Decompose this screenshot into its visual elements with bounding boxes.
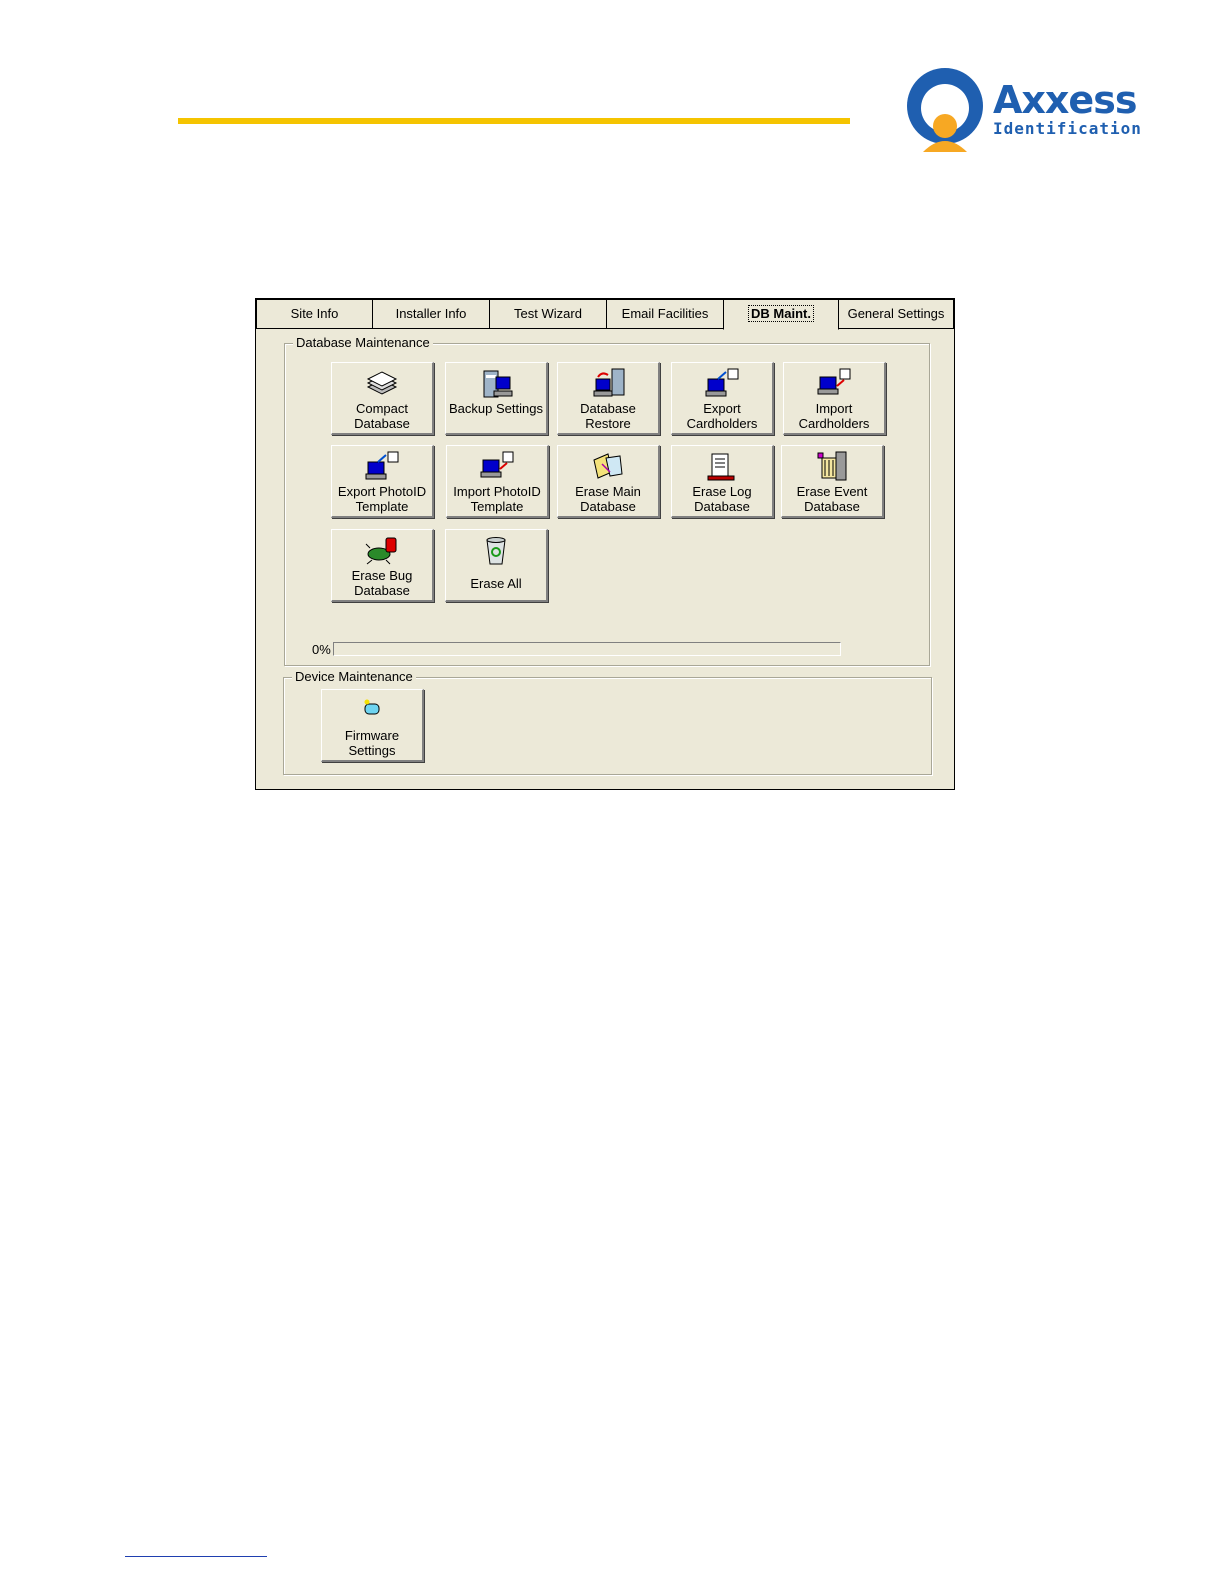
database-maintenance-group: Database Maintenance Compact Database Ba… [284, 335, 930, 666]
button-label: Erase Bug Database [351, 568, 413, 598]
stack-icon [366, 371, 398, 395]
tab-email-facilities[interactable]: Email Facilities [606, 299, 724, 329]
erase-bug-database-button[interactable]: Erase Bug Database [331, 529, 434, 602]
import-icon [480, 451, 514, 478]
server-icon [483, 370, 513, 398]
tab-label: Installer Info [395, 306, 467, 321]
tab-label: DB Maint. [748, 305, 814, 322]
device-maintenance-group: Device Maintenance Firmware Settings [283, 669, 932, 775]
database-restore-button[interactable]: Database Restore [557, 362, 660, 435]
logo-subtitle: Identification [993, 119, 1142, 138]
tab-label: Email Facilities [621, 306, 709, 321]
tab-db-maint[interactable]: DB Maint. [723, 299, 839, 330]
button-label: Compact Database [354, 401, 410, 431]
button-label: Backup Settings [449, 401, 543, 416]
progress-percent: 0% [312, 642, 331, 657]
compact-database-button[interactable]: Compact Database [331, 362, 434, 435]
tab-label: General Settings [847, 306, 945, 321]
button-label: Import Cardholders [798, 401, 870, 431]
folder-icon [593, 453, 623, 479]
import-icon [817, 368, 851, 395]
button-label: Firmware Settings [344, 728, 400, 758]
tab-label: Site Info [290, 306, 339, 321]
logo-wordmark: Axxess [993, 78, 1137, 122]
cabinet-icon [817, 451, 847, 481]
erase-all-button[interactable]: Erase All [445, 529, 548, 602]
firmware-settings-button[interactable]: Firmware Settings [321, 689, 424, 762]
tab-general-settings[interactable]: General Settings [838, 299, 954, 329]
erase-main-database-button[interactable]: Erase Main Database [557, 445, 660, 518]
backup-settings-button[interactable]: Backup Settings [445, 362, 548, 435]
settings-dialog: Site Info Installer Info Test Wizard Ema… [255, 298, 955, 790]
chip-icon [364, 699, 380, 715]
tab-test-wizard[interactable]: Test Wizard [489, 299, 607, 329]
tab-label: Test Wizard [514, 306, 582, 321]
erase-log-database-button[interactable]: Erase Log Database [671, 445, 774, 518]
button-label: Database Restore [580, 401, 636, 431]
erase-event-database-button[interactable]: Erase Event Database [781, 445, 884, 518]
export-icon [365, 451, 399, 480]
export-icon [705, 368, 739, 397]
progress-bar [333, 642, 841, 656]
button-label: Erase All [470, 576, 522, 591]
tab-site-info[interactable]: Site Info [256, 299, 373, 329]
document-icon [707, 453, 735, 481]
logo-emblem-icon [907, 68, 983, 152]
bug-icon [365, 537, 397, 565]
button-label: Export Cardholders [686, 401, 758, 431]
button-label: Erase Main Database [575, 484, 641, 514]
export-cardholders-button[interactable]: Export Cardholders [671, 362, 774, 435]
footer-rule [125, 1556, 267, 1557]
import-cardholders-button[interactable]: Import Cardholders [783, 362, 886, 435]
button-label: Erase Event Database [796, 484, 868, 514]
import-photoid-template-button[interactable]: Import PhotoID Template [446, 445, 549, 518]
tab-installer-info[interactable]: Installer Info [372, 299, 490, 329]
recycle-bin-icon [486, 537, 506, 565]
button-label: Export PhotoID Template [337, 484, 427, 514]
restore-icon [593, 368, 625, 397]
export-photoid-template-button[interactable]: Export PhotoID Template [331, 445, 434, 518]
button-label: Erase Log Database [692, 484, 752, 514]
tab-panel: Database Maintenance Compact Database Ba… [256, 328, 954, 789]
group-title: Device Maintenance [292, 669, 416, 685]
header-rule [178, 118, 850, 124]
axxess-logo: Axxess Identification [905, 68, 1141, 152]
tab-strip: Site Info Installer Info Test Wizard Ema… [256, 299, 954, 330]
button-label: Import PhotoID Template [453, 484, 541, 514]
group-title: Database Maintenance [293, 335, 433, 351]
